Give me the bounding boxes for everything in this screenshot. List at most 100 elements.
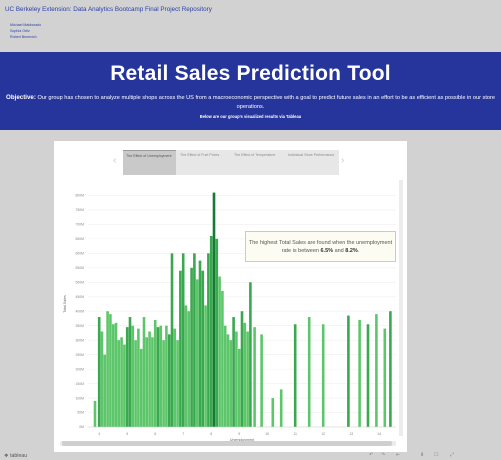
objective-text: Our group has chosen to analyze multiple… xyxy=(37,95,495,110)
y-tick-label: 250M xyxy=(76,353,85,357)
sales-bar xyxy=(165,325,168,427)
sales-bar xyxy=(195,279,199,427)
x-tick-label: 11 xyxy=(293,432,297,436)
vertical-scrollbar[interactable] xyxy=(399,180,403,436)
sales-bar xyxy=(179,270,182,427)
y-tick-label: 800M xyxy=(76,194,85,198)
tableau-toolbar xyxy=(0,452,501,460)
sales-bar xyxy=(243,322,247,427)
sales-bar xyxy=(235,331,238,427)
sales-bar xyxy=(253,327,256,427)
sales-bar xyxy=(358,319,361,427)
sales-bar xyxy=(221,290,224,427)
sales-by-unemployment-chart: 0M 50M 100M 150M 200M 250M 300M 350M 400M 450M 500… xyxy=(63,192,396,442)
author-link[interactable]: Sophia Ortiz xyxy=(10,29,30,33)
objective-label: Objective: xyxy=(6,94,36,101)
sales-bar xyxy=(307,317,311,427)
y-tick-label: 0M xyxy=(79,425,84,429)
sales-bar xyxy=(128,317,132,427)
sales-bar xyxy=(193,253,196,427)
sales-bar xyxy=(170,253,174,427)
x-tick-label: 6 xyxy=(154,432,156,436)
share-icon[interactable]: ☐ xyxy=(434,452,438,458)
sales-bar xyxy=(103,354,107,427)
x-tick-label: 9 xyxy=(238,432,240,436)
sales-bar xyxy=(232,317,235,427)
sales-bar xyxy=(100,331,104,427)
annotation-joiner: and xyxy=(334,248,344,254)
sales-bar xyxy=(212,192,216,427)
sales-bar xyxy=(249,282,252,427)
y-tick-label: 600M xyxy=(76,252,85,256)
sales-bar xyxy=(151,337,154,427)
y-tick-label: 100M xyxy=(76,396,85,400)
sales-bar xyxy=(383,328,387,427)
sales-bar xyxy=(279,389,283,427)
results-intro: Below are our group's visualized results… xyxy=(199,114,302,119)
sales-bar xyxy=(389,311,392,427)
sales-bar xyxy=(162,340,165,427)
y-tick-label: 550M xyxy=(76,266,85,270)
title-banner: Retail Sales Prediction Tool Objective: … xyxy=(0,52,501,130)
author-link[interactable]: Robert Benevich xyxy=(10,35,37,39)
tableau-logo[interactable]: ❖ tableau xyxy=(4,453,27,459)
sales-bar xyxy=(293,324,297,427)
x-tick-label: 12 xyxy=(321,432,325,436)
sales-bar xyxy=(93,400,97,427)
author-link[interactable]: Michael Maldonado xyxy=(10,23,41,27)
x-tick-label: 7 xyxy=(182,432,184,436)
sales-bar xyxy=(131,325,135,427)
x-tick-label: 5 xyxy=(126,432,128,436)
sales-bar xyxy=(117,340,121,427)
annotation-callout: The highest Total Sales are found when t… xyxy=(245,231,396,262)
sales-bar xyxy=(190,267,193,427)
sales-bar xyxy=(181,253,185,427)
sales-bar xyxy=(173,328,177,427)
page-title: Retail Sales Prediction Tool xyxy=(110,62,391,85)
sales-bar xyxy=(145,337,149,427)
y-axis-title: Total Sales xyxy=(63,295,67,313)
y-tick-label: 50M xyxy=(77,411,84,415)
sales-bar xyxy=(240,311,244,427)
sales-bar xyxy=(111,324,115,427)
horizontal-scrollbar[interactable] xyxy=(60,441,396,446)
sales-bar xyxy=(139,348,143,427)
sales-bar xyxy=(123,344,126,427)
download-icon[interactable]: ⬇ xyxy=(420,452,424,458)
sales-bar xyxy=(148,331,151,427)
sales-bar xyxy=(215,238,219,427)
undo-icon[interactable]: ↶ xyxy=(369,452,373,458)
sales-bar xyxy=(201,270,205,427)
sales-bar xyxy=(120,337,123,427)
redo-icon[interactable]: ↷ xyxy=(381,452,385,458)
y-tick-label: 650M xyxy=(76,237,85,241)
sales-bar xyxy=(137,328,140,427)
sales-bar xyxy=(246,331,249,427)
y-tick-label: 200M xyxy=(76,367,85,371)
y-tick-label: 350M xyxy=(76,324,85,328)
sales-bar xyxy=(159,325,163,427)
revert-icon[interactable]: ⇤ xyxy=(396,452,400,458)
x-tick-label: 14 xyxy=(377,432,381,436)
annotation-low: 6.5% xyxy=(320,248,334,254)
sales-bar xyxy=(106,311,109,427)
sales-bar xyxy=(153,319,157,427)
sales-bar xyxy=(218,276,221,427)
sales-bar xyxy=(229,340,233,427)
y-tick-label: 400M xyxy=(76,309,85,313)
sales-bar xyxy=(237,348,241,427)
fullscreen-icon[interactable]: ⤢ xyxy=(450,452,454,458)
sales-bar xyxy=(184,305,188,427)
sales-bar xyxy=(226,334,230,427)
annotation-high: 8.2% xyxy=(345,248,358,254)
repository-title-link[interactable]: UC Berkeley Extension: Data Analytics Bo… xyxy=(5,6,212,13)
sales-bar xyxy=(209,235,213,427)
sales-bar xyxy=(347,315,350,427)
y-tick-label: 300M xyxy=(76,338,85,342)
sales-bar xyxy=(176,340,179,427)
annotation-end: . xyxy=(357,248,360,254)
sales-bar xyxy=(260,334,263,427)
sales-bar xyxy=(109,314,112,427)
x-tick-label: 8 xyxy=(210,432,212,436)
scrollbar-thumb[interactable] xyxy=(62,441,392,446)
